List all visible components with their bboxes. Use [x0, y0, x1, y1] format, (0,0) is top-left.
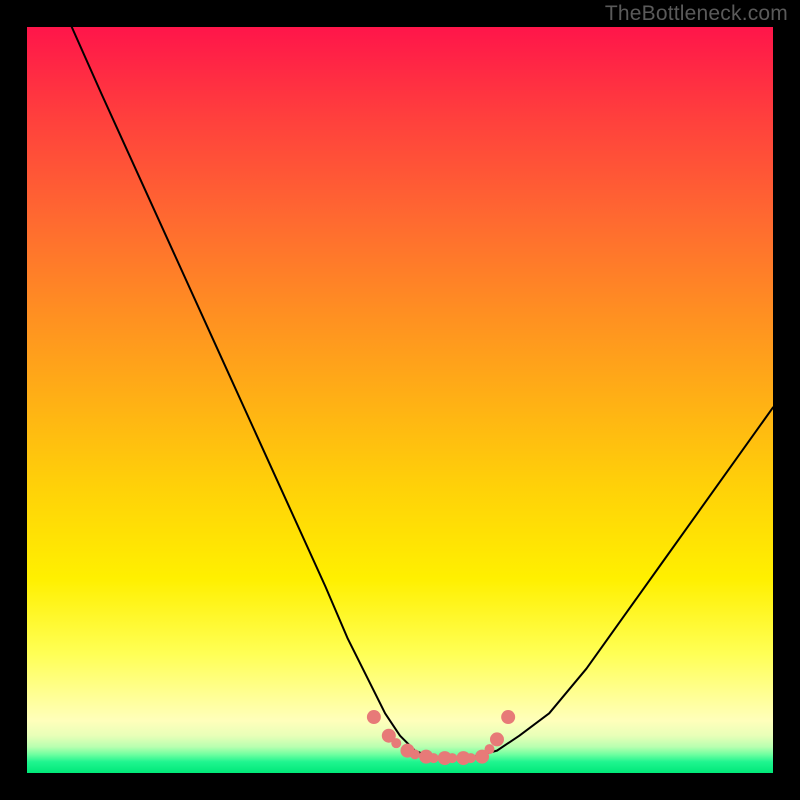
- marker-trough-overlap-dots: [410, 749, 420, 759]
- marker-trough-dots: [490, 732, 504, 746]
- series-curve: [72, 27, 773, 758]
- marker-trough-overlap-dots: [485, 744, 495, 754]
- marker-trough-dots: [501, 710, 515, 724]
- marker-trough-overlap-dots: [447, 753, 457, 763]
- marker-trough-overlap-dots: [429, 753, 439, 763]
- plot-area: [27, 27, 773, 773]
- chart-frame: TheBottleneck.com: [0, 0, 800, 800]
- marker-trough-overlap-dots: [391, 738, 401, 748]
- marker-trough-overlap-dots: [466, 753, 476, 763]
- watermark-text: TheBottleneck.com: [605, 2, 788, 26]
- marker-trough-dots: [367, 710, 381, 724]
- chart-svg: [27, 27, 773, 773]
